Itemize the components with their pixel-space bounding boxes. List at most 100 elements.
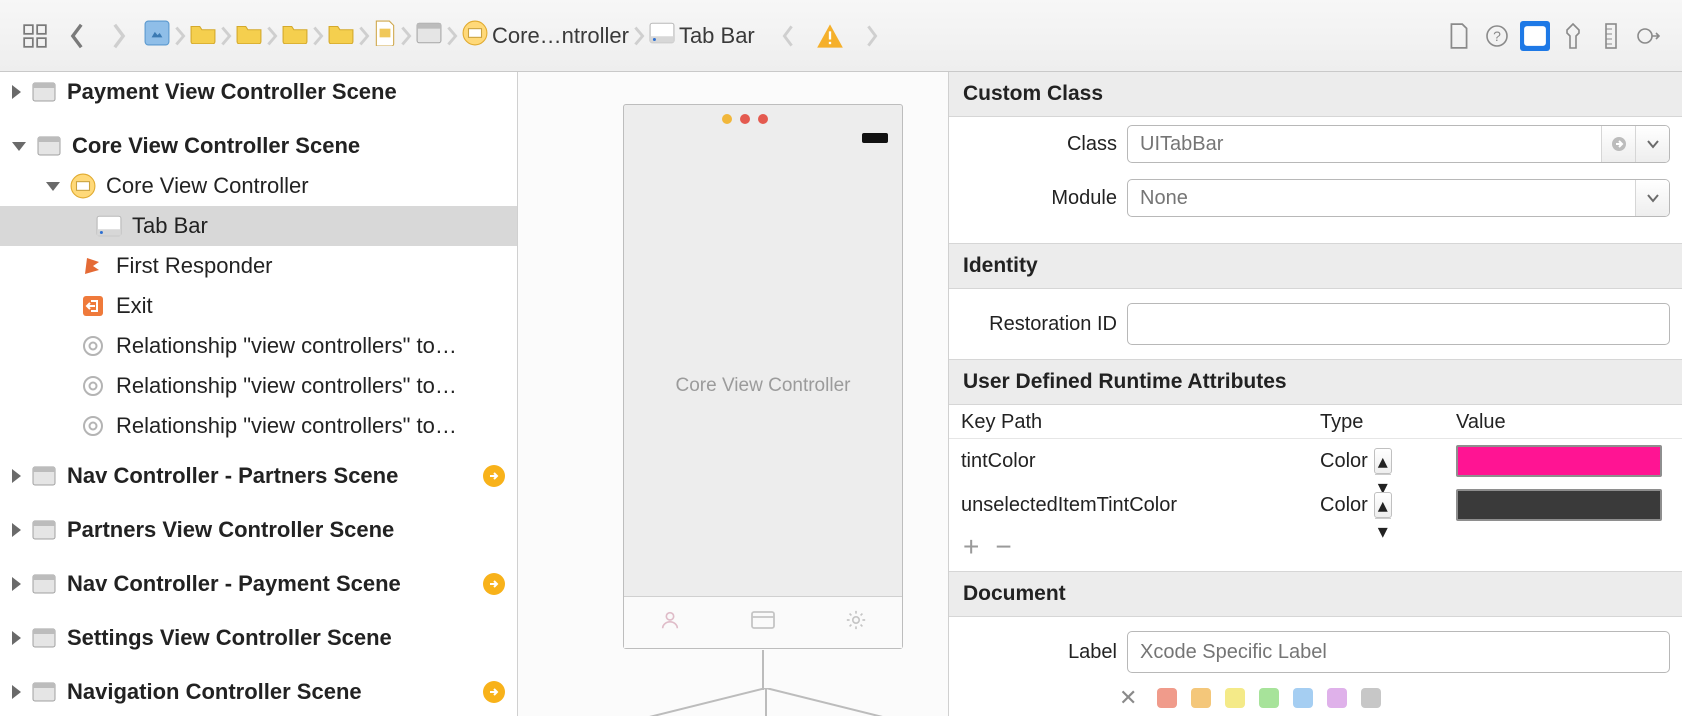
storyboard-scene-icon <box>416 22 442 50</box>
identity-inspector-tab[interactable] <box>1520 21 1550 51</box>
related-items-icon[interactable] <box>18 19 52 53</box>
scene-row[interactable]: Nav Controller - Payment Scene <box>0 564 517 604</box>
attr-type[interactable]: Color <box>1320 494 1368 517</box>
scene-row[interactable]: Nav Controller - Partners Scene <box>0 456 517 496</box>
nav-back-chevron[interactable] <box>771 19 805 53</box>
scene-row[interactable]: Core View Controller Scene <box>0 126 517 166</box>
attribute-row[interactable]: unselectedItemTintColor Color ▴▾ <box>949 483 1682 527</box>
disclosure-triangle-icon[interactable] <box>12 523 21 537</box>
file-inspector-tab[interactable] <box>1444 21 1474 51</box>
scene-titlebar[interactable] <box>624 105 902 133</box>
add-attribute-button[interactable]: + <box>963 533 979 561</box>
chevron-down-icon[interactable] <box>1635 180 1669 216</box>
tab-bar[interactable] <box>624 596 902 648</box>
device-preview[interactable]: Core View Controller <box>623 104 903 649</box>
color-dot[interactable] <box>1225 688 1245 708</box>
restoration-id-input[interactable] <box>1127 303 1670 345</box>
attr-keypath[interactable]: tintColor <box>961 450 1320 473</box>
chevron-right-icon <box>358 25 370 47</box>
section-header: Custom Class <box>949 72 1682 117</box>
warning-icon[interactable] <box>813 19 847 53</box>
field-label: Label <box>961 641 1117 664</box>
segue-row[interactable]: Relationship "view controllers" to… <box>0 366 517 406</box>
attr-type[interactable]: Color <box>1320 450 1368 473</box>
module-combobox[interactable] <box>1127 179 1670 217</box>
scene-row[interactable]: Partners View Controller Scene <box>0 510 517 550</box>
folder-icon <box>236 22 262 50</box>
segue-icon <box>80 373 106 399</box>
jump-bar: Core…ntroller Tab Bar ? <box>0 0 1682 72</box>
segue-stem <box>762 650 764 690</box>
disclosure-triangle-icon[interactable] <box>12 85 21 99</box>
color-dot[interactable] <box>1361 688 1381 708</box>
tabbar-row[interactable]: Tab Bar <box>0 206 517 246</box>
scene-row[interactable]: Settings View Controller Scene <box>0 618 517 658</box>
disclosure-triangle-icon[interactable] <box>12 142 26 151</box>
breadcrumb[interactable]: Core…ntroller Tab Bar <box>144 20 755 52</box>
segue-icon <box>80 333 106 359</box>
scene-dot-icon <box>722 114 732 124</box>
chevron-down-icon[interactable] <box>1635 126 1669 162</box>
card-icon[interactable] <box>751 611 775 634</box>
help-inspector-tab[interactable]: ? <box>1482 21 1512 51</box>
viewcontroller-row[interactable]: Core View Controller <box>0 166 517 206</box>
firstresponder-icon <box>80 253 106 279</box>
app-icon <box>144 20 170 52</box>
scene-dot-icon <box>758 114 768 124</box>
module-input[interactable] <box>1128 180 1635 216</box>
color-swatch[interactable] <box>1456 489 1662 521</box>
disclosure-triangle-icon[interactable] <box>46 182 60 191</box>
field-label: Module <box>961 187 1117 210</box>
chevron-right-icon <box>266 25 278 47</box>
class-combobox[interactable] <box>1127 125 1670 163</box>
gear-icon[interactable] <box>845 609 867 636</box>
folder-icon <box>328 22 354 50</box>
tabbar-icon <box>96 213 122 239</box>
segue-row[interactable]: Relationship "view controllers" to… <box>0 406 517 446</box>
storyboard-canvas[interactable]: Core View Controller <box>518 72 948 716</box>
color-swatch[interactable] <box>1456 445 1662 477</box>
firstresponder-row[interactable]: First Responder <box>0 246 517 286</box>
scene-label: Settings View Controller Scene <box>67 625 392 651</box>
attributes-inspector-tab[interactable] <box>1558 21 1588 51</box>
type-stepper[interactable]: ▴▾ <box>1374 448 1392 474</box>
disclosure-triangle-icon[interactable] <box>12 577 21 591</box>
scene-icon <box>31 517 57 543</box>
section-header: Document <box>949 571 1682 617</box>
disclosure-triangle-icon[interactable] <box>12 469 21 483</box>
person-icon[interactable] <box>659 609 681 636</box>
remove-attribute-button[interactable]: − <box>995 533 1011 561</box>
battery-icon <box>862 133 888 143</box>
scene-row[interactable]: Navigation Controller Scene <box>0 672 517 712</box>
attr-keypath[interactable]: unselectedItemTintColor <box>961 494 1320 517</box>
color-dot[interactable] <box>1191 688 1211 708</box>
goto-class-icon[interactable] <box>1601 126 1635 162</box>
disclosure-triangle-icon[interactable] <box>12 685 21 699</box>
color-dot[interactable] <box>1259 688 1279 708</box>
class-input[interactable] <box>1128 126 1601 162</box>
label-color-picker[interactable]: ✕ <box>1119 681 1682 716</box>
segue-row[interactable]: Relationship "view controllers" to… <box>0 326 517 366</box>
viewcontroller-icon <box>462 20 488 52</box>
clear-color-icon[interactable]: ✕ <box>1119 685 1137 711</box>
breadcrumb-item[interactable]: Core…ntroller <box>492 23 629 49</box>
scene-icon <box>36 133 62 159</box>
size-inspector-tab[interactable] <box>1596 21 1626 51</box>
outline-label: Exit <box>116 293 153 319</box>
color-dot[interactable] <box>1293 688 1313 708</box>
document-outline[interactable]: Payment View Controller Scene Core View … <box>0 72 518 716</box>
color-dot[interactable] <box>1157 688 1177 708</box>
storyboard-file-icon <box>374 20 396 52</box>
color-dot[interactable] <box>1327 688 1347 708</box>
attribute-row[interactable]: tintColor Color ▴▾ <box>949 439 1682 483</box>
nav-forward-chevron[interactable] <box>855 19 889 53</box>
disclosure-triangle-icon[interactable] <box>12 631 21 645</box>
scene-row[interactable]: Payment View Controller Scene <box>0 72 517 112</box>
connections-inspector-tab[interactable] <box>1634 21 1664 51</box>
scene-icon <box>31 463 57 489</box>
label-input[interactable] <box>1127 631 1670 673</box>
breadcrumb-leaf[interactable]: Tab Bar <box>679 23 755 49</box>
nav-back-button[interactable] <box>60 19 94 53</box>
type-stepper[interactable]: ▴▾ <box>1374 492 1392 518</box>
exit-row[interactable]: Exit <box>0 286 517 326</box>
